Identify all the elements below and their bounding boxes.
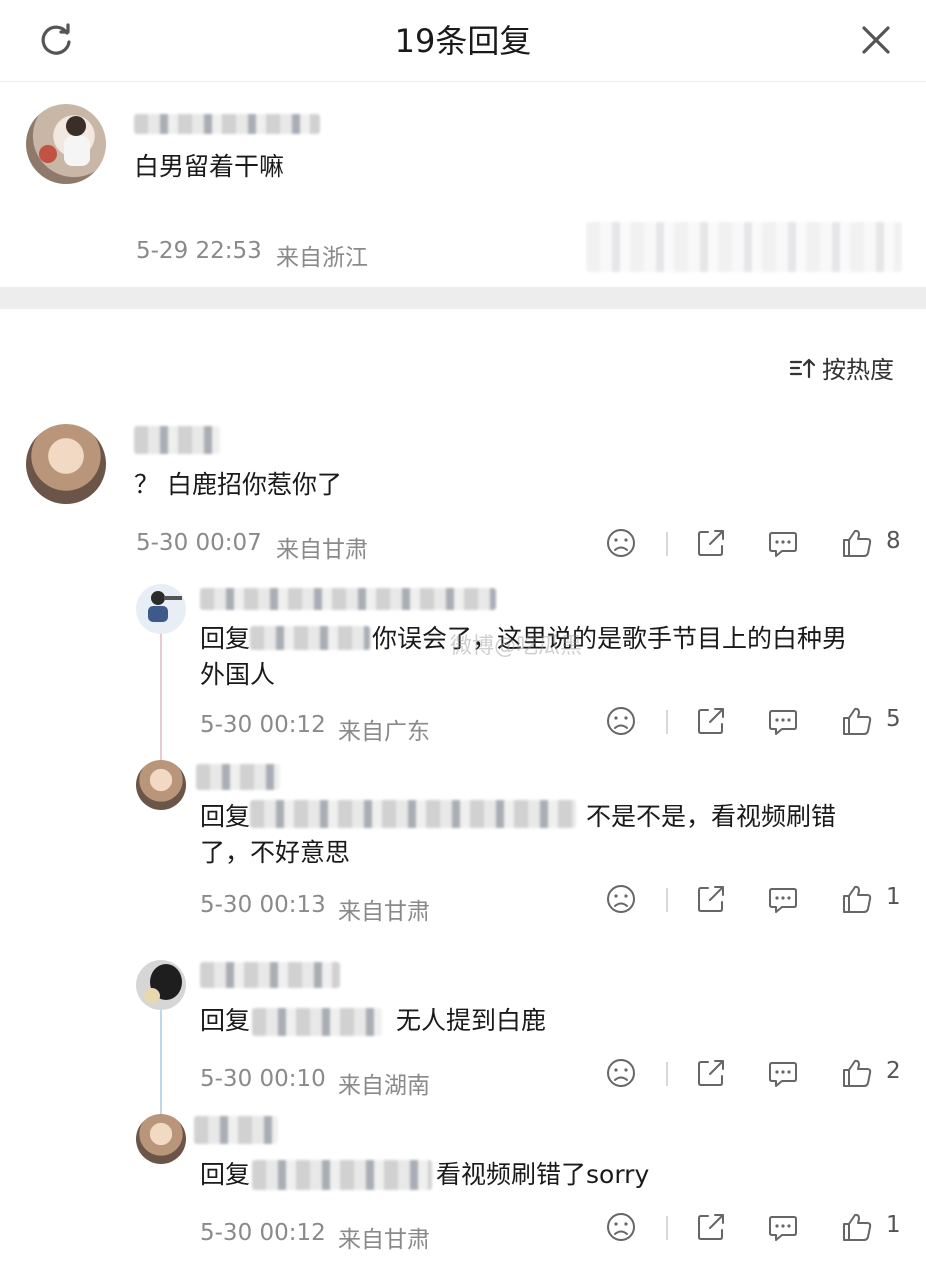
avatar[interactable] — [136, 1114, 186, 1164]
avatar[interactable] — [26, 104, 106, 184]
action-separator — [666, 1216, 668, 1240]
like-icon[interactable] — [840, 882, 874, 916]
reply-text: 不是不是，看视频刷错 — [586, 802, 837, 831]
dislike-icon[interactable] — [604, 1056, 638, 1090]
reply-text: 无人提到白鹿 — [396, 1006, 547, 1035]
thread-line — [160, 630, 162, 760]
section-divider — [0, 287, 926, 309]
reply-text: 你误会了，这里说的是歌手节目上的白种男 — [372, 624, 848, 653]
share-icon[interactable] — [694, 526, 728, 560]
username-redacted — [196, 764, 280, 790]
like-icon[interactable] — [840, 1210, 874, 1244]
avatar-photo — [144, 964, 182, 1004]
thread-line — [160, 1010, 162, 1120]
sort-icon — [789, 358, 816, 378]
like-icon[interactable] — [840, 1056, 874, 1090]
reply-actions: 1 — [604, 882, 904, 918]
comment-icon[interactable] — [766, 704, 800, 738]
dislike-icon[interactable] — [604, 526, 638, 560]
reply-prefix: 回复 — [200, 802, 251, 831]
dislike-icon[interactable] — [604, 882, 638, 916]
watermark: 微博@吃瓜黑 — [450, 634, 583, 659]
sort-label: 按热度 — [822, 356, 894, 384]
username-redacted — [194, 1116, 278, 1144]
avatar[interactable] — [136, 760, 186, 810]
share-icon[interactable] — [694, 1056, 728, 1090]
mention-redacted — [250, 800, 576, 828]
comment-icon[interactable] — [766, 1210, 800, 1244]
main-comment-text: 白男留着干嘛 — [134, 152, 285, 181]
main-comment-location: 来自浙江 — [276, 245, 368, 271]
reply-actions: 8 — [604, 526, 904, 562]
comment-icon[interactable] — [766, 882, 800, 916]
reply-actions: 2 — [604, 1056, 904, 1092]
mention-redacted — [252, 1008, 382, 1036]
mention-redacted — [250, 626, 370, 650]
like-icon[interactable] — [840, 526, 874, 560]
username-redacted — [134, 426, 220, 454]
mention-redacted — [252, 1160, 432, 1190]
avatar-photo — [148, 591, 182, 622]
username-redacted — [134, 114, 320, 134]
like-count: 2 — [886, 1058, 901, 1084]
comment-icon[interactable] — [766, 1056, 800, 1090]
share-icon[interactable] — [694, 1210, 728, 1244]
reply-text-line2: 外国人 — [200, 660, 276, 689]
username-redacted — [200, 962, 340, 988]
reply-location: 来自湖南 — [338, 1073, 430, 1099]
like-icon[interactable] — [840, 704, 874, 738]
reply-location: 来自甘肃 — [276, 537, 368, 563]
main-comment-time: 5-29 22:53 — [136, 238, 262, 264]
action-separator — [666, 532, 668, 556]
comment-icon[interactable] — [766, 526, 800, 560]
reply-time: 5-30 00:12 — [200, 1220, 326, 1246]
reply-text: 看视频刷错了sorry — [436, 1160, 650, 1189]
share-icon[interactable] — [694, 882, 728, 916]
avatar[interactable] — [26, 424, 106, 504]
reply-prefix: 回复 — [200, 1160, 251, 1189]
dislike-icon[interactable] — [604, 704, 638, 738]
like-count: 1 — [886, 1212, 901, 1238]
action-separator — [666, 710, 668, 734]
reply-text-line2: 了，不好意思 — [200, 838, 351, 867]
reply-prefix: 回复 — [200, 624, 251, 653]
avatar[interactable] — [136, 960, 186, 1010]
close-icon[interactable] — [856, 20, 896, 60]
reply-time: 5-30 00:12 — [200, 712, 326, 738]
share-icon[interactable] — [694, 704, 728, 738]
avatar-photo — [39, 116, 90, 166]
reply-prefix: 回复 — [200, 1006, 251, 1035]
like-count: 8 — [886, 528, 901, 554]
sort-button[interactable]: 按热度 — [788, 350, 894, 385]
reply-location: 来自甘肃 — [338, 1227, 430, 1253]
reply-time: 5-30 00:10 — [200, 1066, 326, 1092]
action-separator — [666, 888, 668, 912]
reply-actions: 5 — [604, 704, 904, 740]
like-count: 5 — [886, 706, 901, 732]
reply-location: 来自广东 — [338, 719, 430, 745]
action-separator — [666, 1062, 668, 1086]
like-count: 1 — [886, 884, 901, 910]
redacted-area — [586, 222, 902, 272]
page-title: 19条回复 — [394, 22, 532, 60]
reply-time: 5-30 00:13 — [200, 892, 326, 918]
reply-location: 来自甘肃 — [338, 899, 430, 925]
reply-time: 5-30 00:07 — [136, 530, 262, 556]
avatar[interactable] — [136, 584, 186, 634]
reply-actions: 1 — [604, 1210, 904, 1246]
header-bar: 19条回复 — [0, 0, 926, 82]
dislike-icon[interactable] — [604, 1210, 638, 1244]
username-redacted — [200, 588, 496, 610]
reply-text: ？ 白鹿招你惹你了 — [134, 470, 342, 499]
